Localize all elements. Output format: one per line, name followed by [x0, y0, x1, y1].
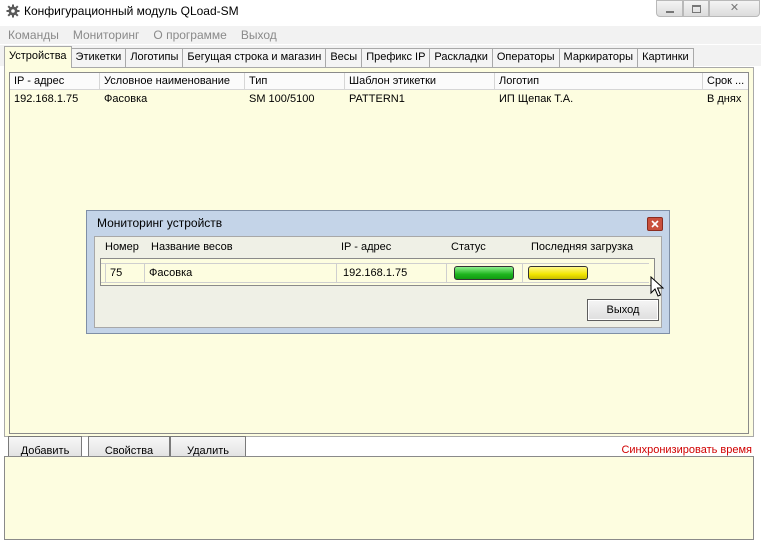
- column-type[interactable]: Тип: [245, 73, 345, 90]
- minimize-icon: [665, 10, 674, 13]
- cell-logo: ИП Щепак Т.А.: [499, 93, 574, 105]
- monitor-cell-status: [447, 264, 523, 282]
- cell-type: SM 100/5100: [249, 93, 315, 105]
- delete-button[interactable]: Удалить: [170, 436, 246, 456]
- cell-shelf-life: В днях: [707, 93, 742, 105]
- properties-button[interactable]: Свойства: [88, 436, 170, 456]
- status-indicator: [454, 266, 514, 280]
- monitor-cell-number: 75: [105, 264, 145, 282]
- monitor-column-status: Статус: [451, 241, 486, 253]
- window-title: Конфигурационный модуль QLoad-SM: [24, 4, 239, 18]
- tab-markers[interactable]: Маркираторы: [558, 48, 639, 68]
- tab-ip-prefix[interactable]: Префикс IP: [361, 48, 431, 68]
- monitor-cell-ip: 192.168.1.75: [337, 264, 447, 282]
- last-load-indicator: [528, 266, 588, 280]
- tab-ticker-and-shop[interactable]: Бегущая строка и магазин: [182, 48, 327, 68]
- tab-labels[interactable]: Этикетки: [70, 48, 127, 68]
- dialog-exit-button[interactable]: Выход: [587, 299, 659, 321]
- tab-strip: Устройства Этикетки Логотипы Бегущая стр…: [4, 46, 694, 68]
- add-button[interactable]: Добавить: [8, 436, 82, 456]
- monitor-column-number: Номер: [105, 241, 139, 253]
- monitor-row[interactable]: 75 Фасовка 192.168.1.75: [101, 263, 649, 283]
- log-area[interactable]: [4, 456, 754, 540]
- close-icon: ✕: [729, 2, 740, 14]
- tab-operators[interactable]: Операторы: [491, 48, 560, 68]
- action-bar: Добавить Свойства Удалить Синхронизирова…: [8, 436, 758, 456]
- dialog-close-button[interactable]: [647, 217, 663, 231]
- menu-exit[interactable]: Выход: [233, 26, 283, 44]
- table-row[interactable]: 192.168.1.75 Фасовка SM 100/5100 PATTERN…: [10, 91, 748, 107]
- dialog-title: Мониторинг устройств: [97, 216, 223, 230]
- cell-ip: 192.168.1.75: [14, 93, 79, 105]
- column-name[interactable]: Условное наименование: [100, 73, 245, 90]
- monitor-grid-header: Номер Название весов IP - адрес Статус П…: [95, 239, 661, 255]
- monitor-grid[interactable]: 75 Фасовка 192.168.1.75: [100, 258, 655, 286]
- close-button[interactable]: ✕: [709, 0, 760, 17]
- tab-pictures[interactable]: Картинки: [637, 48, 694, 68]
- mouse-cursor-icon: [650, 276, 664, 297]
- monitoring-dialog: Мониторинг устройств Номер Название весо…: [86, 210, 670, 334]
- column-ip[interactable]: IP - адрес: [10, 73, 100, 90]
- dialog-body: Номер Название весов IP - адрес Статус П…: [94, 236, 662, 328]
- cell-name: Фасовка: [104, 93, 148, 105]
- menu-about[interactable]: О программе: [145, 26, 232, 44]
- column-logo[interactable]: Логотип: [495, 73, 703, 90]
- tab-devices[interactable]: Устройства: [4, 46, 72, 68]
- close-icon: [651, 220, 659, 228]
- maximize-icon: [691, 4, 701, 13]
- maximize-button[interactable]: [683, 0, 709, 17]
- column-shelf-life[interactable]: Срок ...: [703, 73, 748, 90]
- monitor-cell-name: Фасовка: [145, 264, 337, 282]
- devices-list-header: IP - адрес Условное наименование Тип Шаб…: [10, 73, 748, 90]
- title-bar: Конфигурационный модуль QLoad-SM ✕: [0, 0, 761, 24]
- minimize-button[interactable]: [656, 0, 683, 17]
- tab-logos[interactable]: Логотипы: [125, 48, 184, 68]
- tab-scales[interactable]: Весы: [325, 48, 363, 68]
- monitor-column-ip: IP - адрес: [341, 241, 392, 253]
- monitor-column-scale-name: Название весов: [151, 241, 233, 253]
- menu-bar: Команды Мониторинг О программе Выход: [0, 26, 761, 44]
- tab-layouts[interactable]: Раскладки: [429, 48, 493, 68]
- monitor-column-last-load: Последняя загрузка: [531, 241, 634, 253]
- menu-monitoring[interactable]: Мониторинг: [65, 26, 146, 44]
- menu-commands[interactable]: Команды: [0, 26, 65, 44]
- column-label-template[interactable]: Шаблон этикетки: [345, 73, 495, 90]
- cell-label-template: PATTERN1: [349, 93, 405, 105]
- gear-icon: [6, 4, 20, 18]
- monitor-cell-last-load: [523, 264, 649, 282]
- sync-time-link[interactable]: Синхронизировать время: [621, 444, 752, 456]
